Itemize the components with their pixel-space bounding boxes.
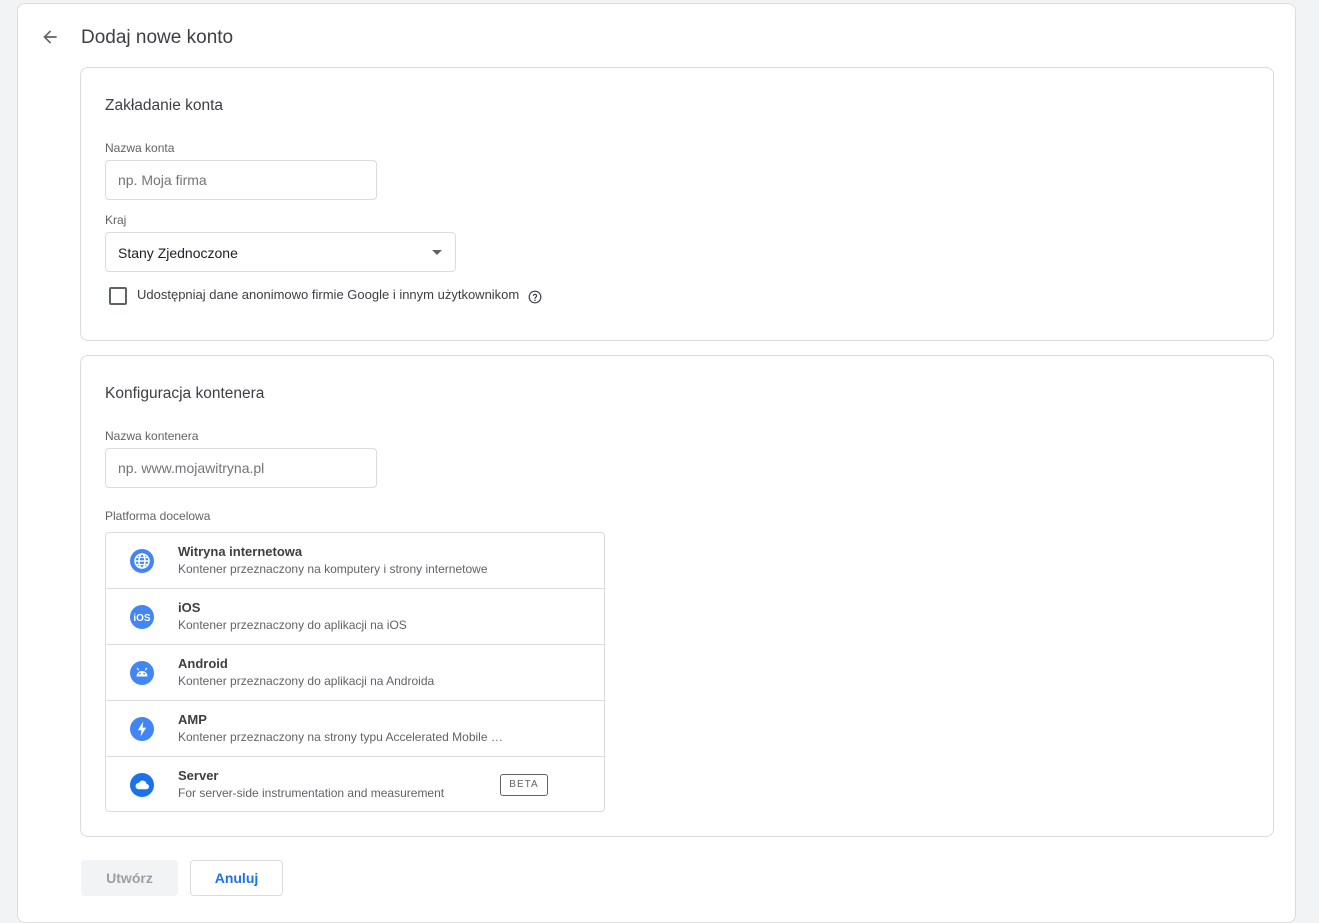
create-button[interactable]: Utwórz xyxy=(81,860,178,896)
account-name-label: Nazwa konta xyxy=(105,141,175,155)
country-label: Kraj xyxy=(105,213,127,227)
platform-description: Kontener przeznaczony do aplikacji na iO… xyxy=(178,618,407,632)
page-container: Dodaj nowe konto Zakładanie konta Nazwa … xyxy=(17,3,1296,923)
cloud-icon xyxy=(130,773,154,797)
ios-icon: iOS xyxy=(130,605,154,629)
container-name-label: Nazwa kontenera xyxy=(105,429,199,443)
platform-name: Android xyxy=(178,656,228,671)
help-circle-icon[interactable] xyxy=(528,290,542,304)
globe-icon xyxy=(130,549,154,573)
platform-option-ios[interactable]: iOS iOS Kontener przeznaczony do aplikac… xyxy=(106,589,604,645)
beta-badge: BETA xyxy=(500,774,548,796)
country-select[interactable]: Stany Zjednoczone xyxy=(105,232,456,272)
arrow-back-icon xyxy=(43,30,57,44)
share-data-checkbox[interactable] xyxy=(109,287,127,305)
cancel-button[interactable]: Anuluj xyxy=(190,860,283,896)
platform-option-amp[interactable]: AMP Kontener przeznaczony na strony typu… xyxy=(106,701,604,757)
dropdown-arrow-icon xyxy=(432,250,442,255)
platform-option-android[interactable]: Android Kontener przeznaczony do aplikac… xyxy=(106,645,604,701)
platform-description: Kontener przeznaczony na strony typu Acc… xyxy=(178,730,508,744)
container-setup-card: Konfiguracja kontenera Nazwa kontenera P… xyxy=(80,355,1274,837)
account-name-input[interactable] xyxy=(105,160,377,200)
account-setup-card: Zakładanie konta Nazwa konta Kraj Stany … xyxy=(80,67,1274,341)
platform-description: Kontener przeznaczony do aplikacji na An… xyxy=(178,674,435,688)
platform-option-server[interactable]: Server For server-side instrumentation a… xyxy=(106,757,604,813)
svg-text:iOS: iOS xyxy=(133,613,151,624)
platform-name: iOS xyxy=(178,600,201,615)
platform-list: Witryna internetowa Kontener przeznaczon… xyxy=(105,532,605,812)
share-data-label: Udostępniaj dane anonimowo firmie Google… xyxy=(137,287,520,302)
platform-description: Kontener przeznaczony na komputery i str… xyxy=(178,562,488,576)
amp-bolt-icon xyxy=(130,717,154,741)
platform-option-web[interactable]: Witryna internetowa Kontener przeznaczon… xyxy=(106,533,604,589)
platform-description: For server-side instrumentation and meas… xyxy=(178,786,445,800)
back-button[interactable] xyxy=(38,25,62,49)
container-name-input[interactable] xyxy=(105,448,377,488)
platform-label: Platforma docelowa xyxy=(105,509,211,523)
android-icon xyxy=(130,661,154,685)
page-title: Dodaj nowe konto xyxy=(81,27,234,48)
platform-name: AMP xyxy=(178,712,207,727)
account-setup-title: Zakładanie konta xyxy=(105,97,224,114)
platform-name: Witryna internetowa xyxy=(178,544,303,559)
platform-name: Server xyxy=(178,768,219,783)
country-select-value: Stany Zjednoczone xyxy=(118,245,238,261)
container-setup-title: Konfiguracja kontenera xyxy=(105,385,265,402)
